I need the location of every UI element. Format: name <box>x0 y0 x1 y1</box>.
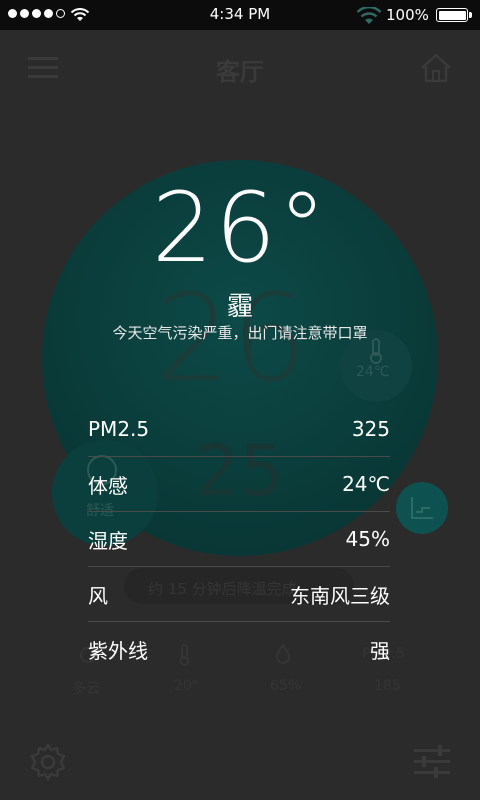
settings-icon[interactable] <box>28 742 68 782</box>
indoor-temp-label: 24℃ <box>356 364 390 380</box>
outdoor-temp-label: 20° <box>174 678 199 694</box>
detail-value: 东南风三级 <box>290 583 390 608</box>
humidity-label: 65% <box>270 678 302 694</box>
detail-value: 325 <box>351 417 390 441</box>
current-temperature: 26° <box>151 172 329 284</box>
wifi-background-icon <box>356 7 382 24</box>
detail-label: 湿度 <box>88 528 128 553</box>
detail-row-wind: 风 东南风三级 <box>88 567 390 622</box>
status-bar: 4:34 PM 100% <box>0 0 480 30</box>
detail-label: 紫外线 <box>88 639 148 663</box>
adjust-sliders-icon[interactable] <box>414 744 452 780</box>
detail-row-pm25: PM2.5 325 <box>88 402 390 457</box>
weather-condition: 霾 <box>226 292 253 322</box>
detail-value: 强 <box>370 639 390 663</box>
weather-detail-list: PM2.5 325 体感 24℃ 湿度 45% 风 东南风三级 紫外线 强 <box>88 402 390 677</box>
chart-icon <box>411 497 433 519</box>
detail-value: 24℃ <box>342 472 390 496</box>
detail-row-uv: 紫外线 强 <box>88 622 390 677</box>
weather-tip: 今天空气污染严重，出门请注意带口罩 <box>112 324 368 342</box>
detail-row-feels-like: 体感 24℃ <box>88 457 390 512</box>
battery-icon <box>436 8 468 22</box>
weather-label: 多云 <box>72 681 100 697</box>
detail-label: PM2.5 <box>88 417 150 441</box>
page-title: 客厅 <box>216 58 264 86</box>
detail-label: 风 <box>88 583 108 608</box>
detail-label: 体感 <box>88 473 128 498</box>
battery-percent: 100% <box>386 6 429 24</box>
detail-row-humidity: 湿度 45% <box>88 512 390 567</box>
detail-value: 45% <box>345 527 390 551</box>
pm25-background-value: 185 <box>374 678 401 694</box>
home-icon[interactable] <box>420 52 452 84</box>
